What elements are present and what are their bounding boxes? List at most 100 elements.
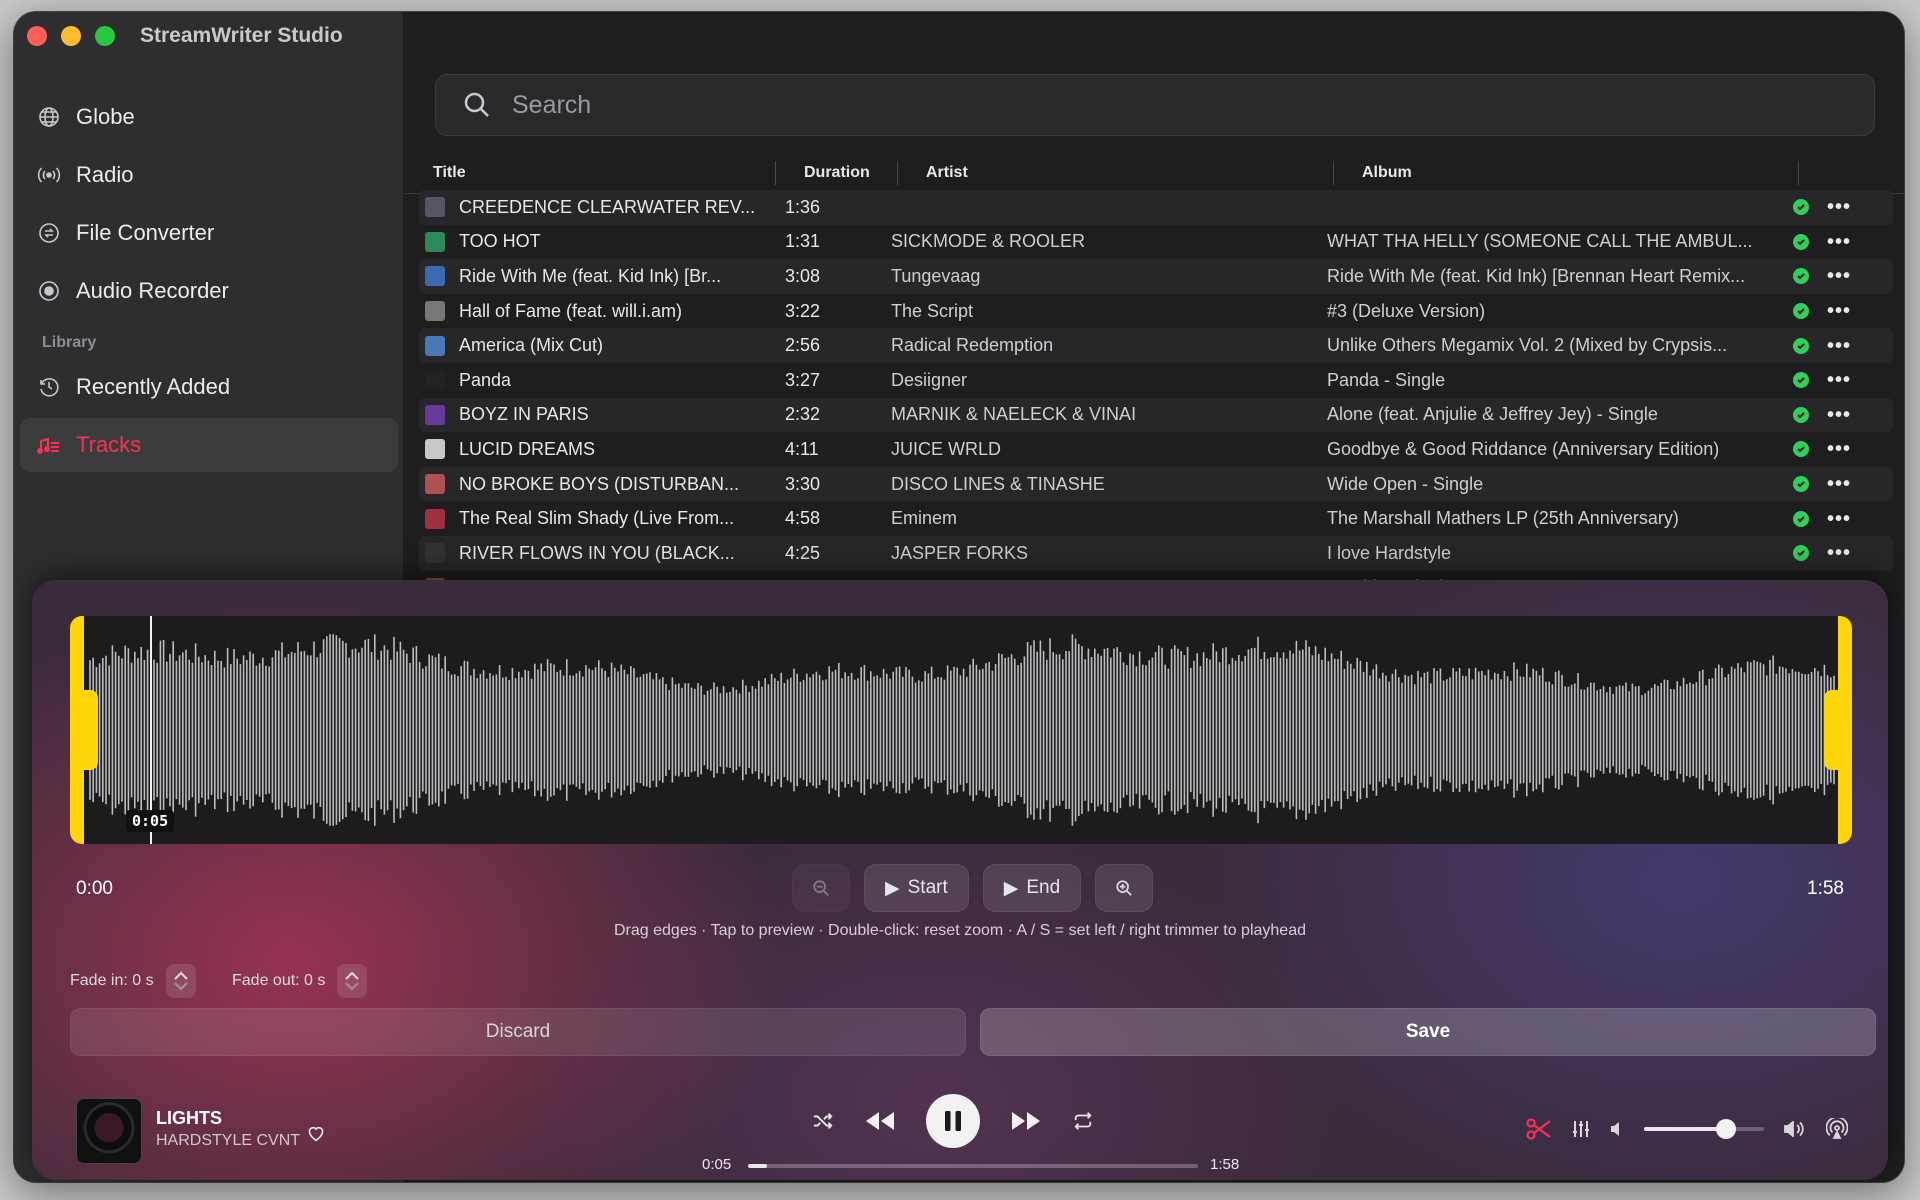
track-title: America (Mix Cut) — [459, 335, 604, 356]
fast-forward-icon[interactable] — [1010, 1110, 1042, 1132]
fade-in-stepper[interactable] — [165, 964, 196, 998]
trim-hint-text: Drag edges · Tap to preview · Double-cli… — [614, 922, 1306, 939]
left-trim-grip[interactable] — [76, 690, 98, 770]
track-duration: 1:36 — [785, 196, 821, 217]
table-row[interactable]: The Real Slim Shady (Live From... 4:58 Emi… — [419, 501, 1893, 536]
table-row[interactable]: Hall of Fame (feat. will.i.am) 3:22 The Sc… — [419, 294, 1893, 329]
waveform-bars — [89, 634, 1835, 826]
more-options-icon[interactable]: ••• — [1827, 474, 1851, 494]
table-row[interactable]: TOO HOT 1:31 SICKMODE & ROOLER WHAT THA HEL… — [419, 225, 1893, 260]
track-album: Alone (feat. Anjulie & Jeffrey Jey) - Si… — [1327, 404, 1658, 425]
more-options-icon[interactable]: ••• — [1827, 336, 1851, 356]
more-options-icon[interactable]: ••• — [1827, 509, 1851, 529]
track-album: Goodbye & Good Riddance (Anniversary Edi… — [1327, 438, 1720, 459]
album-artwork-thumbnail — [425, 231, 445, 252]
more-options-icon[interactable]: ••• — [1827, 439, 1851, 459]
right-trim-grip[interactable] — [1824, 690, 1846, 770]
set-end-label: End — [1026, 877, 1061, 898]
sidebar-item-audio-recorder[interactable]: Audio Recorder — [20, 264, 398, 318]
set-start-button[interactable]: ▶ Start — [864, 864, 969, 912]
column-header-duration[interactable]: Duration — [775, 160, 897, 185]
sidebar-item-globe[interactable]: Globe — [20, 90, 398, 144]
table-row[interactable]: Ride With Me (feat. Kid Ink) [Br... 3:08 T… — [419, 259, 1893, 294]
sidebar-item-recently-added[interactable]: Recently Added — [20, 360, 398, 414]
scissors-icon[interactable] — [1526, 1118, 1552, 1140]
pause-button[interactable] — [926, 1094, 980, 1148]
search-icon — [464, 92, 489, 117]
table-row[interactable]: Panda 3:27 Desiigner Panda - Single ••• — [419, 363, 1893, 398]
equalizer-icon[interactable] — [1572, 1120, 1590, 1138]
table-row[interactable]: RIVER FLOWS IN YOU (BLACK... 4:25 JASPER F… — [419, 535, 1893, 571]
album-artwork-thumbnail — [425, 197, 445, 218]
table-row[interactable]: BOYZ IN PARIS 2:32 MARNIK & NAELECK & VINA… — [419, 397, 1893, 433]
heart-icon[interactable] — [306, 1124, 326, 1142]
checkmark-icon — [1793, 441, 1809, 458]
fade-in-control: Fade in: 0 s — [70, 964, 196, 998]
sidebar-item-tracks[interactable]: Tracks — [20, 418, 398, 472]
sidebar-item-radio[interactable]: Radio — [20, 148, 398, 202]
zoom-window-button[interactable] — [95, 26, 115, 46]
volume-slider[interactable] — [1644, 1119, 1764, 1139]
repeat-icon[interactable] — [1072, 1111, 1094, 1131]
trim-start-time: 0:00 — [76, 878, 113, 899]
record-icon — [36, 278, 62, 304]
chevron-down-icon[interactable] — [344, 981, 360, 991]
more-options-icon[interactable]: ••• — [1827, 543, 1851, 563]
more-options-icon[interactable]: ••• — [1827, 232, 1851, 252]
rewind-icon[interactable] — [864, 1110, 896, 1132]
sidebar-item-label: Globe — [76, 104, 135, 129]
right-trim-handle[interactable] — [1824, 616, 1852, 844]
waveform-view[interactable]: 0:05 — [70, 616, 1852, 844]
player-tools — [1526, 1118, 1848, 1140]
table-row[interactable]: America (Mix Cut) 2:56 Radical Redemption U… — [419, 328, 1893, 363]
chevron-up-icon[interactable] — [344, 971, 360, 981]
search-input[interactable] — [512, 90, 1812, 120]
zoom-in-button[interactable] — [1095, 864, 1154, 912]
table-row[interactable]: CREEDENCE CLEARWATER REV... 1:36 ••• — [419, 190, 1893, 225]
sidebar-nav: Globe Radio File Converter Audio Recorde… — [20, 90, 398, 476]
track-artist: Desiigner — [891, 369, 968, 390]
more-options-icon[interactable]: ••• — [1827, 266, 1851, 286]
airplay-icon[interactable] — [1826, 1118, 1848, 1140]
column-header-title[interactable]: Title — [405, 161, 775, 185]
playback-progress-bar[interactable] — [748, 1164, 1198, 1168]
track-album: Ride With Me (feat. Kid Ink) [Brennan He… — [1327, 265, 1746, 286]
track-duration: 2:32 — [785, 404, 821, 425]
checkmark-icon — [1793, 406, 1809, 423]
shuffle-icon[interactable] — [812, 1111, 834, 1131]
track-artist: Eminem — [891, 508, 958, 529]
table-row[interactable]: NO BROKE BOYS (DISTURBAN... 3:30 DISCO LIN… — [419, 466, 1893, 502]
more-options-icon[interactable]: ••• — [1827, 197, 1851, 217]
fade-out-stepper[interactable] — [337, 964, 368, 998]
left-trim-handle[interactable] — [70, 616, 98, 844]
discard-button[interactable]: Discard — [70, 1008, 966, 1056]
clock-icon — [36, 374, 62, 400]
search-bar[interactable] — [435, 74, 1875, 136]
volume-knob[interactable] — [1715, 1119, 1736, 1139]
checkmark-icon — [1793, 337, 1809, 354]
zoom-out-button[interactable] — [792, 864, 850, 912]
waveform — [89, 634, 1835, 826]
more-options-icon[interactable]: ••• — [1827, 370, 1851, 390]
now-playing-title: LIGHTS — [156, 1108, 222, 1128]
sidebar-item-file-converter[interactable]: File Converter — [20, 206, 398, 260]
window-controls — [27, 26, 115, 46]
column-header-album[interactable]: Album — [1333, 160, 1798, 185]
playhead-time-label: 0:05 — [126, 810, 175, 832]
more-options-icon[interactable]: ••• — [1827, 405, 1851, 425]
table-row[interactable]: LUCID DREAMS 4:11 JUICE WRLD Goodbye & Good… — [419, 432, 1893, 467]
zoom-in-icon — [1116, 880, 1133, 896]
column-header-artist[interactable]: Artist — [897, 160, 1333, 185]
elapsed-time: 0:05 — [702, 1156, 732, 1173]
save-button[interactable]: Save — [980, 1008, 1876, 1056]
track-artist: JASPER FORKS — [891, 542, 1029, 563]
now-playing-artwork[interactable] — [76, 1098, 142, 1164]
radio-icon — [36, 162, 62, 188]
set-end-button[interactable]: ▶ End — [982, 864, 1082, 912]
minimize-window-button[interactable] — [61, 26, 81, 46]
chevron-up-icon[interactable] — [173, 971, 189, 981]
more-options-icon[interactable]: ••• — [1827, 301, 1851, 321]
sidebar-item-label: Radio — [76, 162, 134, 187]
close-window-button[interactable] — [27, 26, 47, 46]
chevron-down-icon[interactable] — [173, 981, 189, 991]
